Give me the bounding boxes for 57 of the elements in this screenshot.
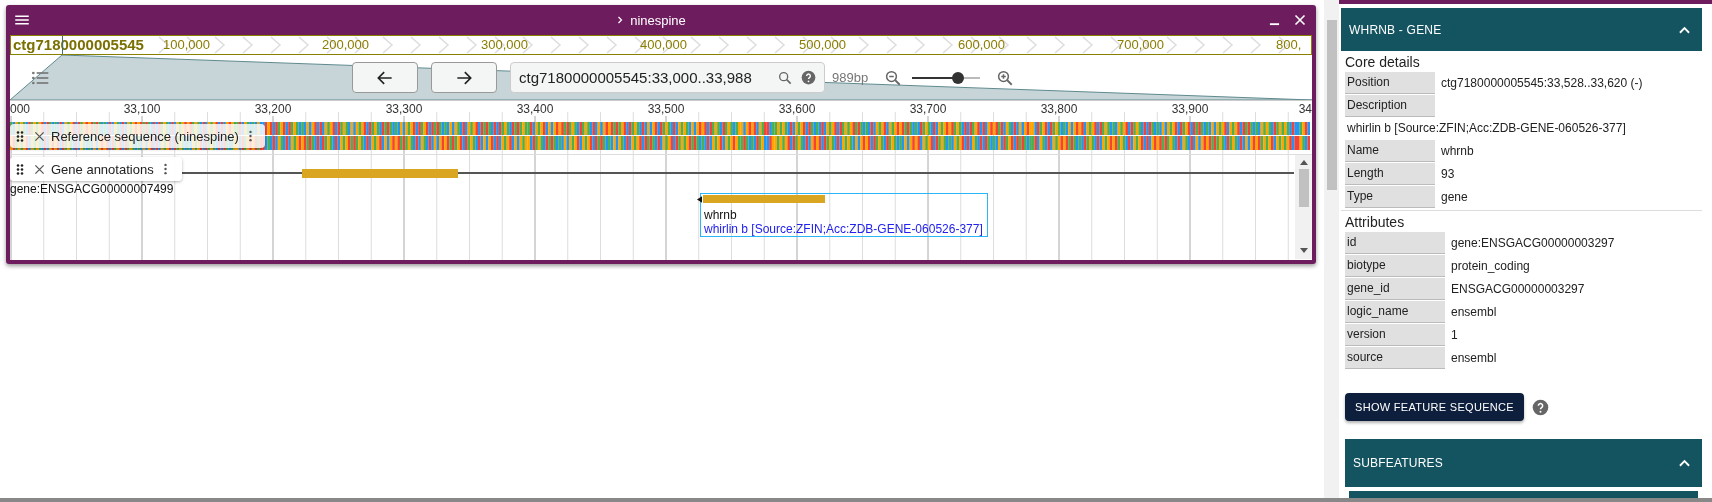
- overview-tick-label: 400,000: [640, 36, 687, 54]
- field-label: id: [1345, 231, 1445, 254]
- show-sequence-button[interactable]: SHOW FEATURE SEQUENCE: [1345, 393, 1524, 421]
- overview-tick-label: 800,: [1276, 36, 1302, 54]
- track-name: Gene annotations: [51, 161, 154, 177]
- field-value: gene:ENSGACG00000003297: [1450, 235, 1615, 250]
- window-title: ninespine: [630, 12, 686, 28]
- field-label: Type: [1345, 185, 1435, 208]
- field-value: whrnb: [1440, 143, 1474, 158]
- span-label: 989bp: [832, 70, 869, 85]
- overview-tick-label: 100,000: [163, 36, 210, 54]
- overview-tick-label: 700,000: [1117, 36, 1164, 54]
- field-value: protein_coding: [1450, 258, 1530, 273]
- field-label: Position: [1345, 71, 1435, 94]
- field-value: ctg7180000005545:33,528..33,620 (-): [1440, 75, 1643, 90]
- field-label: gene_id: [1345, 277, 1445, 300]
- location-field[interactable]: ctg7180000005545:33,000..33,988: [510, 62, 825, 93]
- feature-label: gene:ENSGACG00000007499: [10, 182, 174, 196]
- ruler-tick-label: 33,900: [1171, 102, 1209, 116]
- ruler-tick-label: 33,600: [778, 102, 816, 116]
- field-value: gene: [1440, 189, 1468, 204]
- ruler-tick-label: 33,100: [123, 102, 161, 116]
- panel-header[interactable]: WHRNB - GENE: [1341, 8, 1702, 51]
- field-label: Length: [1345, 162, 1435, 185]
- overview-tick-label: 300,000: [481, 36, 528, 54]
- track-label[interactable]: Gene annotations: [10, 157, 182, 181]
- feature-label: whrnb: [704, 208, 738, 222]
- track-name: Reference sequence (ninespine): [51, 128, 239, 144]
- overview-tick-label: 600,000: [958, 36, 1005, 54]
- field-value: ensembl: [1450, 304, 1497, 319]
- field-label: version: [1345, 323, 1445, 346]
- field-value: ensembl: [1450, 350, 1497, 365]
- ruler-tick-label: 33,500: [647, 102, 685, 116]
- field-label: biotype: [1345, 254, 1445, 277]
- overview-tick-label: 200,000: [322, 36, 369, 54]
- field-value: 93: [1440, 166, 1455, 181]
- track-label[interactable]: Reference sequence (ninespine): [10, 124, 265, 148]
- ruler-tick-label: 33,700: [909, 102, 947, 116]
- ruler-tick-label: 000: [10, 102, 31, 116]
- field-value: 1: [1450, 327, 1458, 342]
- field-value: whirlin b [Source:ZFIN;Acc:ZDB-GENE-060526-377]: [1346, 120, 1627, 137]
- field-value: ENSGACG00000003297: [1450, 281, 1585, 296]
- selection-box[interactable]: whrnb whirlin b [Source:ZFIN;Acc:ZDB-GENE-060526-377]: [700, 193, 988, 237]
- overview-tick-label: 500,000: [799, 36, 846, 54]
- ruler-tick-label: 33,200: [254, 102, 292, 116]
- ruler-tick-label: 34: [1298, 102, 1312, 116]
- section-heading: Attributes: [1345, 213, 1406, 231]
- field-label: Name: [1345, 139, 1435, 162]
- ruler-tick-label: 33,300: [385, 102, 423, 116]
- field-label: logic_name: [1345, 300, 1445, 323]
- field-label: source: [1345, 346, 1445, 369]
- section-heading: Core details: [1345, 53, 1421, 71]
- feature-description: whirlin b [Source:ZFIN;Acc:ZDB-GENE-060526-377]: [704, 222, 983, 236]
- ruler-tick-label: 33,400: [516, 102, 554, 116]
- ruler-tick-label: 33,800: [1040, 102, 1078, 116]
- field-label: Description: [1345, 94, 1435, 117]
- subfeatures-header[interactable]: SUBFEATURES: [1345, 439, 1702, 487]
